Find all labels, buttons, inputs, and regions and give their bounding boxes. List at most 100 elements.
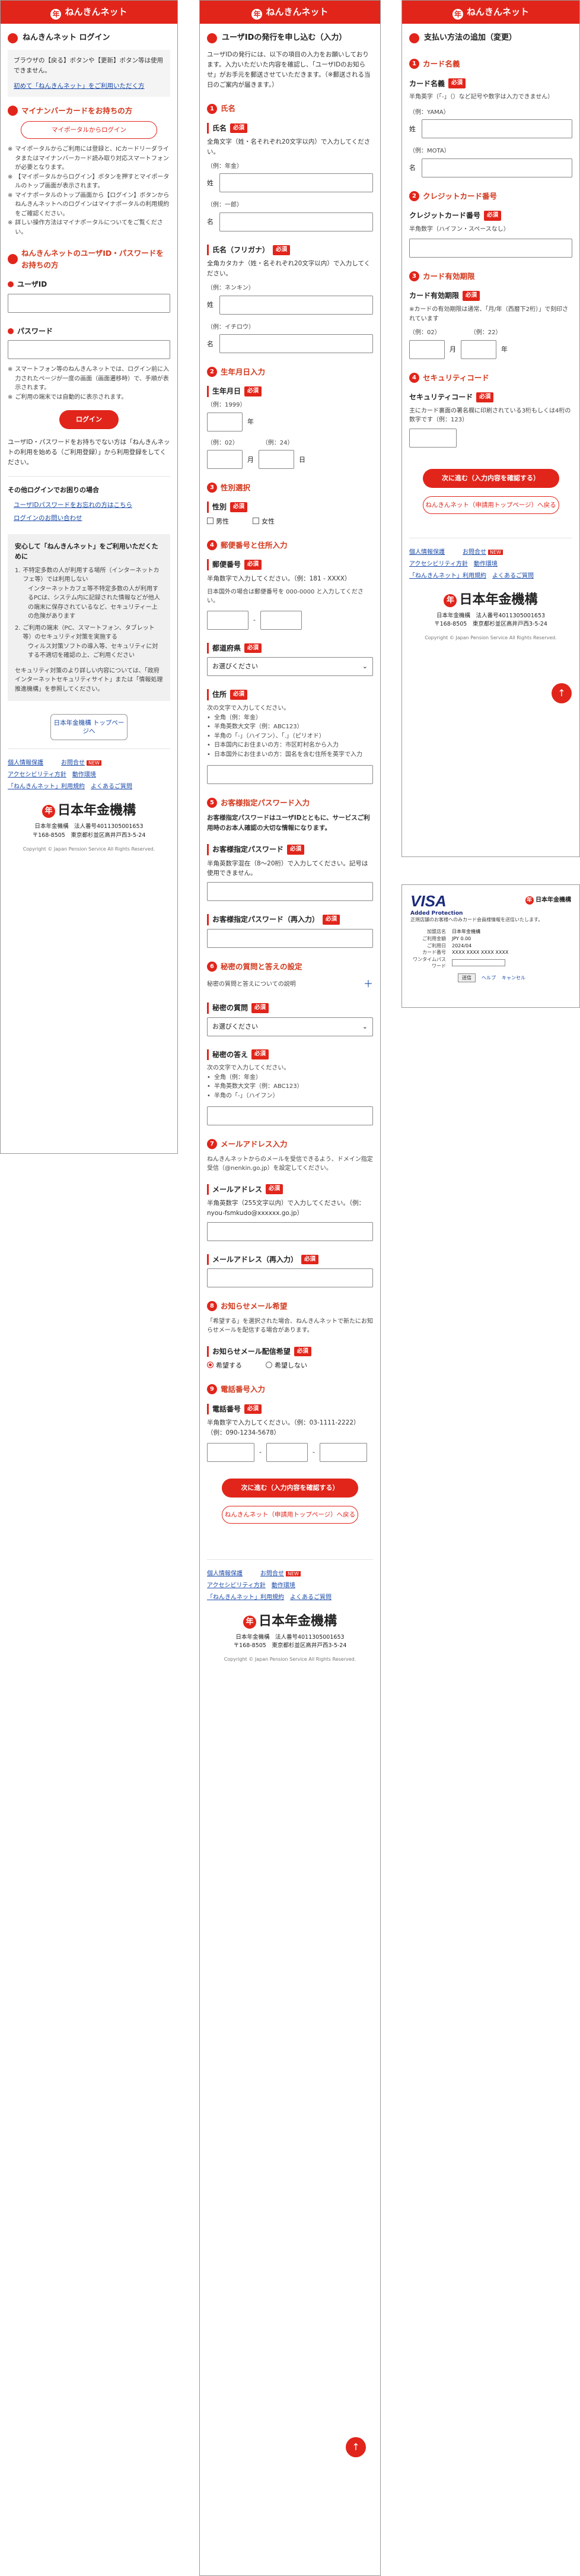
forgot-id-link[interactable]: ユーザIDパスワードをお忘れの方はこちら — [14, 502, 132, 509]
section-marker-icon — [207, 33, 217, 43]
jps-top-button[interactable]: 日本年金機構 トップページへ — [50, 714, 128, 741]
expiry-month-input[interactable] — [409, 340, 445, 359]
phone-second-input[interactable] — [266, 1442, 308, 1462]
footer-link-contact[interactable]: お問合せ — [260, 1571, 284, 1577]
page-title: ねんきんネット ログイン — [23, 33, 110, 42]
security-code-input[interactable] — [409, 428, 457, 448]
header-bar: 年ねんきんネット — [1, 1, 177, 24]
visa-secure-panel: VISA 年 日本年金機構 Added Protection 正規店舗のお客様へ… — [401, 884, 580, 1008]
cancel-link[interactable]: キャンセル — [502, 975, 525, 981]
page-title: 支払い方法の追加（変更） — [424, 33, 517, 42]
mail-confirm-input[interactable] — [207, 1268, 373, 1288]
password-confirm-input[interactable] — [207, 928, 373, 948]
secret-note: 半角の「-」（ハイフン） — [214, 1092, 279, 1099]
footer-links: 個人情報保護 お問合せ NEW アクセシビリティ方針 動作環境 「ねんきんネット」… — [207, 1568, 373, 1604]
next-button[interactable]: 次に進む（入力内容を確認する） — [422, 468, 559, 488]
first-name-kana-input[interactable] — [219, 334, 373, 354]
phone-first-input[interactable] — [207, 1442, 254, 1462]
example-year: （例：22） — [470, 329, 502, 337]
phone-third-input[interactable] — [319, 1442, 367, 1462]
password-confirm-label: お客様指定パスワード（再入力） — [212, 915, 320, 924]
otp-submit-button[interactable]: 送信 — [458, 973, 476, 982]
first-name-input[interactable] — [219, 212, 373, 231]
scroll-top-button[interactable]: ↑ — [552, 683, 572, 703]
card-last-name-input[interactable] — [421, 119, 572, 139]
first-time-link[interactable]: 初めて「ねんきんネット」をご利用いただく方 — [14, 83, 145, 90]
header-bar: 年ねんきんネット — [402, 1, 579, 24]
footer-link-terms[interactable]: 「ねんきんネット」利用規約 — [409, 573, 486, 579]
copyright: Copyright © Japan Pension Service All Ri… — [224, 1657, 356, 1663]
footer-link-terms[interactable]: 「ねんきんネット」利用規約 — [207, 1594, 284, 1601]
footer-link-environment[interactable]: 動作環境 — [474, 561, 498, 567]
radio-selected-icon — [207, 1362, 213, 1369]
postal-first-input[interactable] — [207, 610, 248, 630]
secret-answer-input[interactable] — [207, 1106, 373, 1126]
footer-link-accessibility[interactable]: アクセシビリティ方針 — [207, 1582, 266, 1589]
visa-message: 正規店舗のお客様へのみカード会員様情報を送信いたします。 — [410, 917, 543, 922]
year-unit: 年 — [247, 418, 254, 426]
section-marker-icon — [8, 33, 18, 43]
postal-second-input[interactable] — [260, 610, 302, 630]
postal-note: 半角数字で入力してください。（例：181 - XXXX） — [207, 575, 351, 583]
footer-link-privacy[interactable]: 個人情報保護 — [409, 549, 445, 556]
back-top-button[interactable]: ねんきんネット（申請用トップページ）へ戻る — [222, 1505, 358, 1524]
password-input[interactable] — [8, 340, 170, 360]
jps-name: 日本年金機構 — [536, 897, 571, 903]
footer-org-name: 日本年金機構 — [258, 1613, 337, 1629]
phone-label: 電話番号 — [212, 1404, 241, 1413]
mailpref-yes-option[interactable]: 希望する — [207, 1360, 242, 1371]
prefecture-select[interactable]: お選びください ⌄ — [207, 657, 373, 677]
footer-link-faq[interactable]: よくあるご質問 — [290, 1594, 332, 1601]
next-button[interactable]: 次に進む（入力内容を確認する） — [222, 1478, 358, 1498]
last-name-kana-input[interactable] — [219, 295, 373, 315]
mail-input[interactable] — [207, 1222, 373, 1241]
card-name-note: 半角英字（「-」（）など記号や数字は入力できません） — [409, 94, 554, 101]
birth-day-input[interactable] — [259, 450, 294, 469]
section-title-mailpref: お知らせメール希望 — [221, 1302, 288, 1311]
footer-link-accessibility[interactable]: アクセシビリティ方針 — [8, 772, 66, 778]
password-label: お客様指定パスワード — [212, 845, 284, 854]
back-top-button[interactable]: ねんきんネット（申請用トップページ）へ戻る — [422, 496, 559, 514]
password-note: 半角英数字混在（8～20桁）で入力してください。記号は使用できません。 — [207, 859, 368, 877]
note-item: ご利用の端末では自動的に表示されます。 — [15, 394, 128, 401]
otp-input[interactable] — [452, 959, 505, 967]
scroll-top-button[interactable]: ↑ — [346, 2437, 366, 2457]
mailpref-no-option[interactable]: 希望しない — [266, 1360, 307, 1371]
birth-month-input[interactable] — [207, 450, 243, 469]
step-1-icon: 1 — [409, 59, 419, 69]
birth-year-input[interactable] — [207, 412, 243, 432]
password-input[interactable] — [207, 882, 373, 902]
footer-link-privacy[interactable]: 個人情報保護 — [207, 1571, 243, 1577]
card-number-input[interactable] — [409, 239, 572, 258]
footer-org-name: 日本年金機構 — [57, 802, 136, 819]
gender-female-option[interactable]: 女性 — [253, 516, 275, 526]
footer-link-environment[interactable]: 動作環境 — [72, 772, 96, 778]
login-help-link[interactable]: ログインのお問い合わせ — [14, 515, 82, 522]
footer-link-accessibility[interactable]: アクセシビリティ方針 — [409, 561, 468, 567]
footer-link-contact[interactable]: お問合せ — [61, 760, 85, 766]
secret-question-select[interactable]: お選びください ⌄ — [207, 1017, 373, 1036]
card-first-name-input[interactable] — [421, 158, 572, 177]
login-button[interactable]: ログイン — [59, 410, 119, 430]
secret-help-toggle[interactable]: 秘密の質問と答えについての説明＋ — [207, 977, 373, 992]
example-month: （例：02） — [409, 329, 441, 337]
address-note: 半角英数大文字（例：ABC123） — [214, 724, 303, 731]
month-unit: 月 — [450, 345, 456, 354]
footer-link-privacy[interactable]: 個人情報保護 — [8, 760, 43, 766]
page-title: ユーザIDの発行を申し込む（入力） — [222, 33, 347, 42]
section-title-phone: 電話番号入力 — [221, 1385, 266, 1394]
footer-link-faq[interactable]: よくあるご質問 — [91, 783, 132, 790]
help-link[interactable]: ヘルプ — [482, 975, 496, 981]
myportal-login-button[interactable]: マイポータルからログイン — [21, 121, 157, 139]
footer-link-contact[interactable]: お問合せ — [463, 549, 486, 556]
footer-link-environment[interactable]: 動作環境 — [272, 1582, 295, 1589]
address-input[interactable] — [207, 765, 373, 785]
last-name-input[interactable] — [219, 173, 373, 193]
register-text: ユーザID・パスワードをお持ちでない方は「ねんきんネットの利用を始める（ご利用登… — [8, 439, 170, 466]
checkbox-icon — [253, 518, 259, 525]
expiry-year-input[interactable] — [461, 340, 496, 359]
footer-link-faq[interactable]: よくあるご質問 — [492, 573, 534, 579]
gender-male-option[interactable]: 男性 — [207, 516, 229, 526]
footer-link-terms[interactable]: 「ねんきんネット」利用規約 — [8, 783, 85, 790]
userid-input[interactable] — [8, 293, 170, 313]
